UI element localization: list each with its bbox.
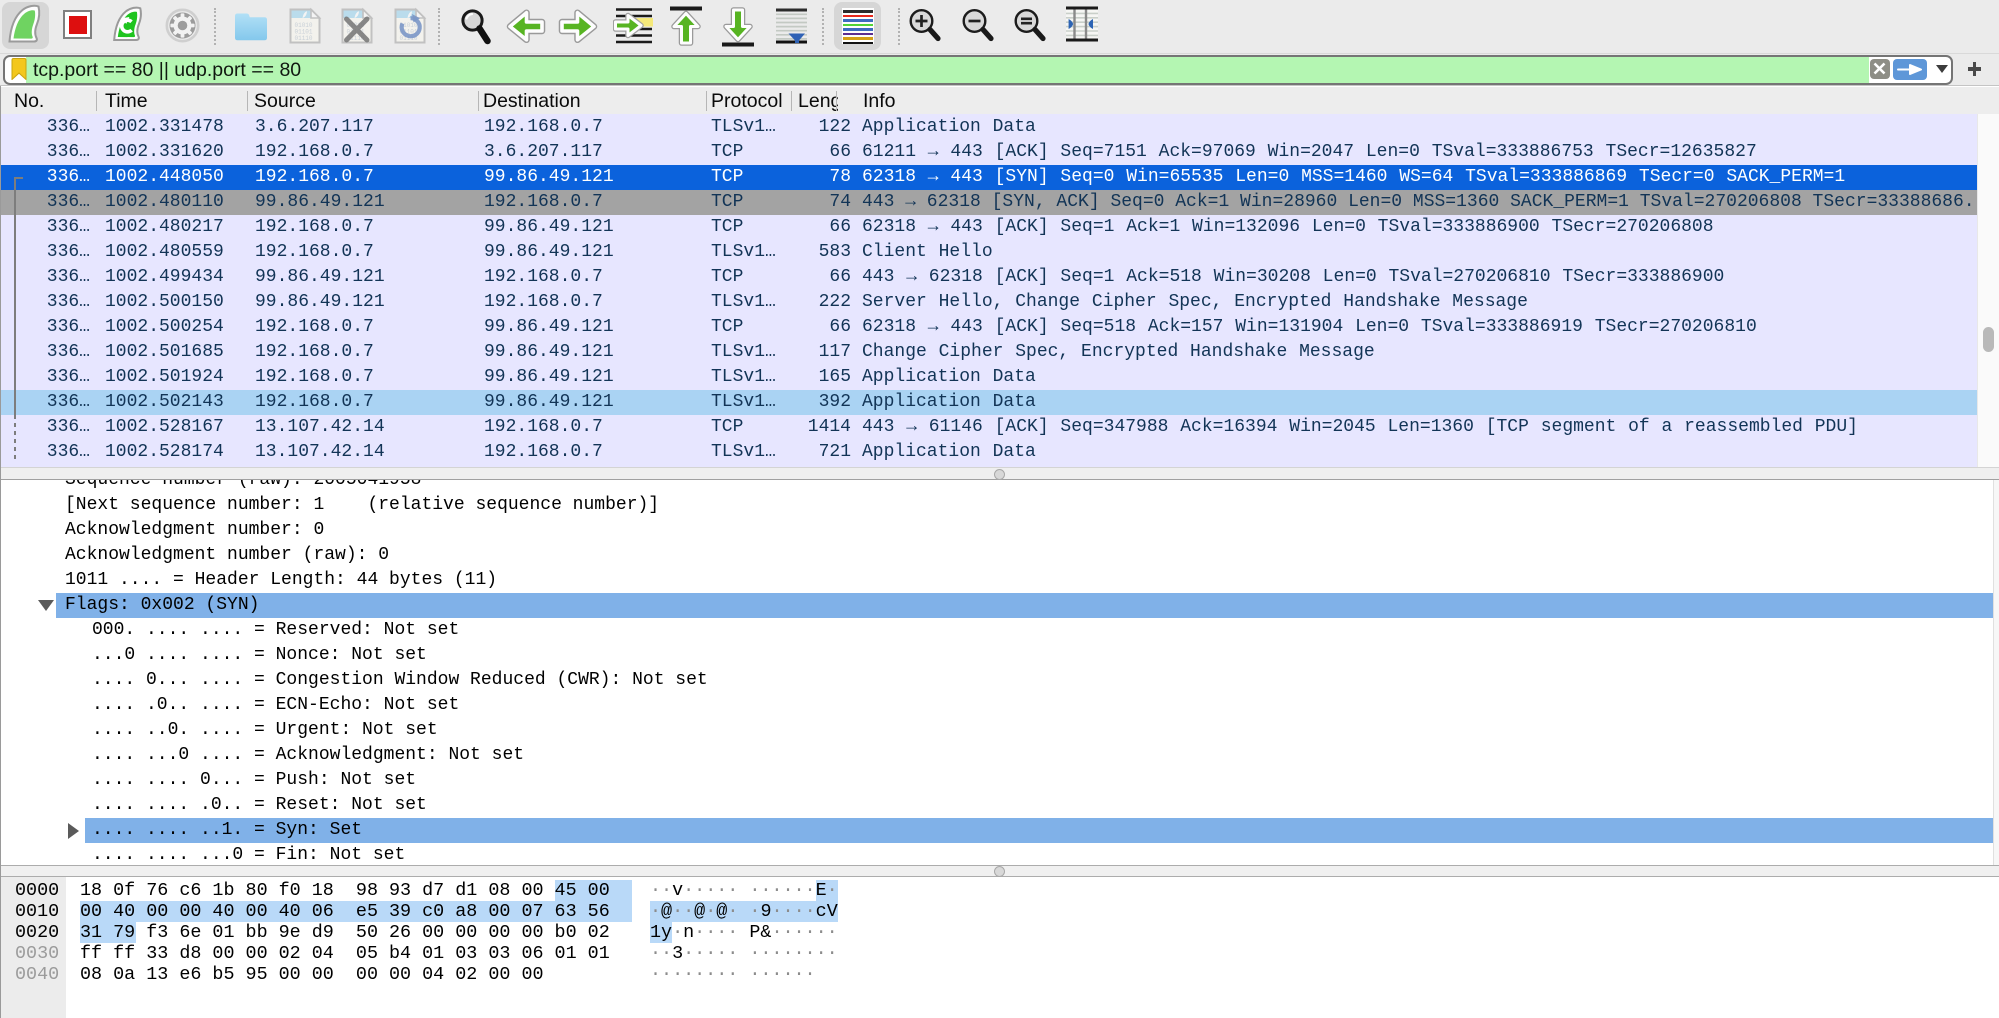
svg-text:01110: 01110 (295, 35, 313, 42)
